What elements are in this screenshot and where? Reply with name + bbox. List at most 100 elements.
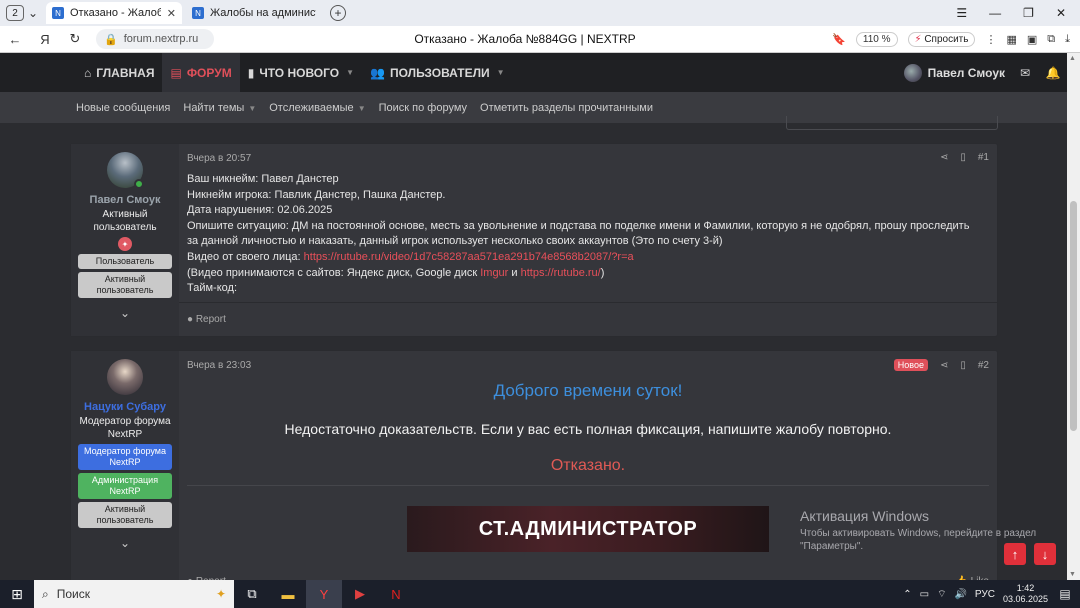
collections-icon[interactable]: ⧉: [1047, 33, 1055, 46]
url-text: forum.nextrp.ru: [123, 33, 199, 45]
url-field[interactable]: 🔒 forum.nextrp.ru: [96, 29, 214, 49]
restore-icon[interactable]: ❐: [1023, 6, 1034, 20]
chevron-down-icon[interactable]: ⌄: [24, 6, 42, 20]
yandex-icon[interactable]: Я: [30, 32, 60, 47]
imgur-link[interactable]: Imgur: [480, 267, 508, 279]
rutube-link[interactable]: https://rutube.ru/: [521, 267, 601, 279]
subnav-mark-read[interactable]: Отметить разделы прочитанными: [480, 102, 653, 114]
user-banner: Активный пользователь: [78, 272, 172, 298]
wifi-icon[interactable]: ⌔: [937, 588, 946, 601]
nav-whats-new[interactable]: ▮ ЧТО НОВОГО ▼: [240, 53, 362, 92]
bell-icon[interactable]: 🔔: [1039, 66, 1067, 80]
subnav-watched[interactable]: Отслеживаемые ▼: [269, 102, 365, 114]
windows-start-icon[interactable]: ⊞: [0, 586, 34, 603]
site-navigation: ⌂ ГЛАВНАЯ ▤ ФОРУМ ▮ ЧТО НОВОГО ▼ 👥 ПОЛЬЗОВАТЕ…: [0, 53, 1067, 92]
pagination-remnant: [786, 116, 998, 130]
share-icon[interactable]: ⋖: [940, 360, 948, 371]
post-number[interactable]: #1: [978, 152, 989, 163]
reload-icon[interactable]: ↻: [60, 31, 90, 47]
post-author-panel: Нацуки Субару Модератор форума NextRP Мо…: [71, 351, 179, 589]
clock[interactable]: 1:42 03.06.2025: [1003, 583, 1048, 605]
bookmark-icon[interactable]: ▯: [960, 360, 966, 371]
chevron-down-icon[interactable]: ⌄: [71, 306, 179, 320]
post-content: Вчера в 20:57 ⋖ ▯ #1 Ваш никнейм: Павел …: [179, 144, 997, 336]
nav-label: ПОЛЬЗОВАТЕЛИ: [390, 65, 490, 80]
post-time[interactable]: Вчера в 20:57: [187, 153, 251, 164]
current-user[interactable]: Павел Смоук: [903, 63, 1011, 82]
download-icon[interactable]: ⤓: [1065, 33, 1070, 46]
caret-down-icon[interactable]: ▼: [346, 68, 354, 77]
page-scrollbar[interactable]: ▲ ▼: [1067, 53, 1080, 580]
minimize-icon[interactable]: —: [989, 6, 1001, 20]
menu-icon[interactable]: ☰: [956, 6, 967, 20]
qr-icon[interactable]: ▦: [1006, 33, 1016, 46]
site-favicon-icon: N: [52, 7, 64, 19]
author-name[interactable]: Нацуки Субару: [71, 401, 179, 413]
post-number[interactable]: #2: [978, 360, 989, 371]
report-button[interactable]: ● Report: [187, 314, 226, 325]
body-line: Дата нарушения: 02.06.2025: [187, 204, 333, 217]
avatar[interactable]: [107, 359, 143, 395]
user-banner: Администрация NextRP: [78, 473, 172, 499]
extensions-icon[interactable]: ▣: [1027, 33, 1037, 46]
user-name: Павел Смоук: [927, 65, 1005, 80]
window-controls: ☰ — ❐ ✕: [956, 6, 1080, 20]
new-tab-button[interactable]: +: [330, 5, 346, 21]
subnav-find-threads[interactable]: Найти темы ▼: [183, 102, 256, 114]
body-line: (Видео принимаются с сайтов: Яндекс диск…: [187, 266, 983, 282]
subnav-search-forum[interactable]: Поиск по форуму: [379, 102, 467, 114]
netflix-icon[interactable]: N: [378, 580, 414, 608]
language-indicator[interactable]: РУС: [975, 589, 995, 600]
body-line: Тайм-код:: [187, 282, 237, 295]
body-line: Ваш никнейм: Павел Данстер: [187, 173, 339, 185]
scroll-down-arrow-icon[interactable]: ▼: [1069, 571, 1076, 578]
video-link[interactable]: https://rutube.ru/video/1d7c58287aa571ea…: [304, 251, 634, 263]
browser-tab[interactable]: N Жалобы на администрацию: [186, 2, 322, 24]
scroll-down-button[interactable]: ↓: [1034, 543, 1056, 565]
media-player-icon[interactable]: ▶: [342, 580, 378, 608]
yandex-browser-icon[interactable]: Y: [306, 580, 342, 608]
scrollbar-thumb[interactable]: [1070, 201, 1077, 431]
avatar: [903, 63, 922, 82]
battery-icon[interactable]: ▭: [920, 589, 929, 600]
caret-down-icon: ▼: [248, 103, 257, 113]
nav-label: ГЛАВНАЯ: [96, 65, 155, 80]
nav-users[interactable]: 👥 ПОЛЬЗОВАТЕЛИ ▼: [362, 53, 513, 92]
volume-icon[interactable]: 🔊: [954, 589, 966, 600]
nav-home[interactable]: ⌂ ГЛАВНАЯ: [76, 53, 162, 92]
notification-icon[interactable]: ▤: [1056, 587, 1074, 601]
close-window-icon[interactable]: ✕: [1056, 6, 1066, 20]
search-icon: ⌕: [42, 586, 49, 601]
caret-down-icon[interactable]: ▼: [497, 68, 505, 77]
task-view-icon[interactable]: ⧉: [234, 580, 270, 608]
share-icon[interactable]: ⋖: [940, 152, 948, 163]
signature-banner: СТ.АДМИНИСТРАТОР: [407, 506, 769, 552]
close-icon[interactable]: ✕: [167, 7, 176, 20]
browser-tab-active[interactable]: N Отказано - Жалоба №884GG ✕: [46, 2, 182, 24]
arrow-up-icon: ↑: [1011, 546, 1019, 562]
nav-forum[interactable]: ▤ ФОРУМ: [162, 53, 240, 92]
avatar[interactable]: [107, 152, 144, 189]
post-time[interactable]: Вчера в 23:03: [187, 360, 251, 371]
chevron-down-icon[interactable]: ⌄: [71, 536, 179, 550]
tab-title: Жалобы на администрацию: [210, 7, 316, 19]
subnav-new-posts[interactable]: Новые сообщения: [76, 102, 170, 114]
envelope-icon[interactable]: ✉: [1011, 66, 1039, 80]
file-explorer-icon[interactable]: ▬: [270, 580, 306, 608]
post-content: Вчера в 23:03 Новое ⋖ ▯ #2 Доброго време…: [179, 351, 997, 589]
scroll-up-button[interactable]: ↑: [1004, 543, 1026, 565]
back-arrow-icon[interactable]: ←: [0, 32, 30, 47]
tab-counter[interactable]: 2: [6, 5, 24, 21]
author-name[interactable]: Павел Смоук: [71, 194, 179, 206]
bookmark-icon[interactable]: ▯: [960, 152, 966, 163]
status-text: Отказано.: [550, 457, 626, 474]
taskbar-search[interactable]: ⌕ Поиск ✦: [34, 580, 234, 608]
chevron-up-icon[interactable]: ⌃: [903, 589, 911, 600]
zoom-level[interactable]: 110 %: [855, 31, 898, 47]
ask-button[interactable]: ⚡ Спросить: [907, 31, 976, 47]
scroll-up-arrow-icon[interactable]: ▲: [1069, 55, 1076, 62]
accepted-text: (Видео принимаются с сайтов: Яндекс диск…: [187, 266, 481, 279]
bookmark-icon[interactable]: 🔖: [832, 33, 846, 46]
lock-icon: 🔒: [104, 33, 118, 46]
more-icon[interactable]: ⋮: [985, 33, 996, 46]
